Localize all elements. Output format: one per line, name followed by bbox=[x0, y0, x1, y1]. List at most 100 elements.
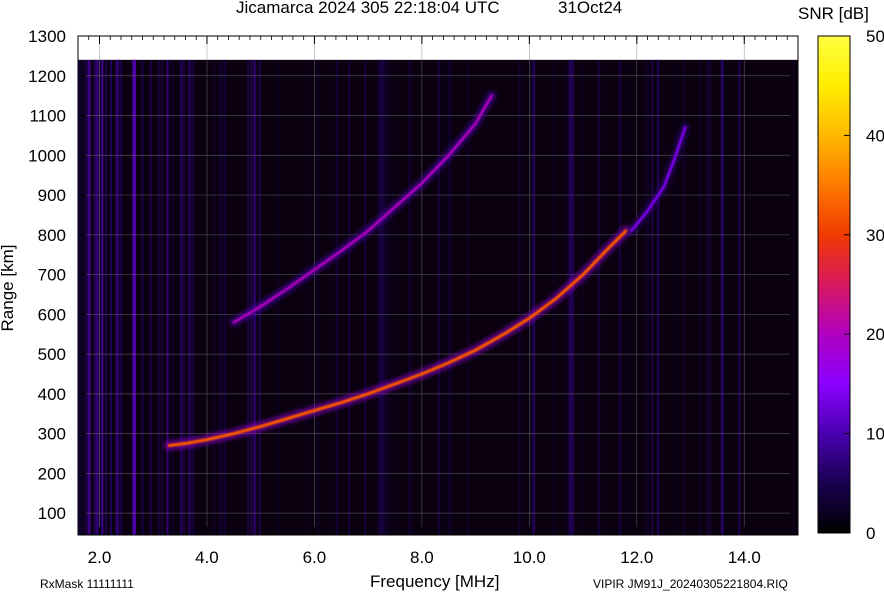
noise-streak bbox=[223, 59, 226, 536]
noise-streak bbox=[258, 59, 261, 536]
noise-streak bbox=[647, 59, 650, 536]
noise-streak bbox=[171, 59, 174, 536]
y-tick-label: 1000 bbox=[28, 146, 66, 165]
x-tick-label: 4.0 bbox=[195, 548, 219, 567]
noise-streak bbox=[364, 59, 366, 536]
noise-streak bbox=[618, 59, 621, 536]
noise-streak bbox=[674, 59, 677, 536]
y-axis-label: Range [km] bbox=[0, 244, 17, 332]
noise-streak bbox=[218, 59, 221, 536]
noise-streak bbox=[390, 59, 393, 536]
noise-streak bbox=[597, 59, 599, 536]
colorbar-tick-label: 10 bbox=[866, 425, 884, 444]
noise-streak bbox=[94, 59, 97, 536]
y-tick-label: 1200 bbox=[28, 67, 66, 86]
noise-streak bbox=[348, 59, 351, 536]
noise-streak bbox=[162, 59, 164, 536]
noise-streak bbox=[188, 59, 190, 536]
noise-streak bbox=[655, 59, 659, 536]
noise-streak bbox=[709, 59, 711, 536]
chart-title: Jicamarca 2024 305 22:18:04 UTC bbox=[236, 0, 500, 17]
noise-streak bbox=[120, 59, 123, 536]
y-tick-label: 300 bbox=[38, 425, 66, 444]
noise-streak bbox=[380, 59, 383, 536]
noise-streak bbox=[793, 59, 796, 536]
noise-streak bbox=[191, 59, 194, 536]
chart-date: 31Oct24 bbox=[558, 0, 623, 17]
y-tick-label: 600 bbox=[38, 305, 66, 324]
noise-streak bbox=[189, 59, 192, 536]
noise-streak bbox=[518, 59, 521, 536]
noise-streak bbox=[133, 59, 136, 536]
ionogram-chart: 2.0 4.0 6.0 8.0 10.0 12.0 14.0 100200300400500… bbox=[28, 27, 884, 567]
noise-streak bbox=[317, 59, 319, 536]
noise-streak bbox=[168, 59, 171, 536]
noise-streak bbox=[581, 59, 584, 536]
noise-streak bbox=[568, 59, 572, 536]
noise-streak bbox=[115, 59, 118, 536]
noise-streak bbox=[247, 59, 249, 536]
noise-streak bbox=[738, 59, 741, 536]
noise-streak bbox=[104, 59, 108, 536]
noise-streak bbox=[109, 59, 112, 536]
colorbar-tick-label: 30 bbox=[866, 226, 884, 245]
noise-streak bbox=[532, 59, 536, 536]
x-tick-label: 12.0 bbox=[620, 548, 653, 567]
noise-streak bbox=[86, 59, 90, 536]
noise-streak bbox=[413, 59, 415, 536]
noise-streak bbox=[449, 59, 452, 536]
noise-streak bbox=[530, 59, 532, 536]
noise-streak bbox=[220, 59, 223, 536]
noise-streak bbox=[651, 59, 653, 536]
noise-streak bbox=[335, 59, 338, 536]
y-tick-label: 200 bbox=[38, 464, 66, 483]
x-tick-label: 2.0 bbox=[88, 548, 112, 567]
y-tick-label: 400 bbox=[38, 385, 66, 404]
filename-label: VIPIR JM91J_20240305221804.RIQ bbox=[593, 577, 788, 591]
noise-streak bbox=[165, 59, 168, 536]
noise-streak bbox=[79, 59, 82, 536]
noise-streak bbox=[444, 59, 447, 536]
colorbar-tick-label: 40 bbox=[866, 126, 884, 145]
noise-streak bbox=[100, 59, 102, 536]
y-tick-label: 1300 bbox=[28, 27, 66, 46]
noise-streak bbox=[385, 59, 388, 536]
noise-streak bbox=[212, 59, 215, 536]
y-tick-label: 900 bbox=[38, 186, 66, 205]
y-tick-label: 800 bbox=[38, 226, 66, 245]
colorbar-gradient bbox=[817, 35, 851, 534]
x-tick-label: 10.0 bbox=[513, 548, 546, 567]
colorbar-tick-label: 20 bbox=[866, 325, 884, 344]
y-tick-label: 500 bbox=[38, 345, 66, 364]
colorbar-label: SNR [dB] bbox=[798, 4, 869, 23]
noise-streak bbox=[250, 59, 252, 536]
noise-streak bbox=[408, 59, 411, 536]
y-tick-label: 700 bbox=[38, 266, 66, 285]
noise-streak bbox=[102, 59, 104, 536]
rxmask-label: RxMask 11111111 bbox=[40, 577, 134, 591]
noise-streak bbox=[130, 59, 133, 536]
noise-streak bbox=[567, 59, 569, 536]
x-axis-label: Frequency [MHz] bbox=[370, 572, 500, 591]
noise-streak bbox=[707, 59, 709, 536]
x-tick-label: 8.0 bbox=[410, 548, 434, 567]
noise-streak bbox=[149, 59, 152, 536]
noise-streak bbox=[82, 59, 84, 536]
noise-streak bbox=[722, 59, 724, 536]
colorbar-tick-label: 0 bbox=[866, 524, 875, 543]
noise-streak bbox=[306, 59, 309, 536]
noise-streak bbox=[179, 59, 182, 536]
noise-streak bbox=[644, 59, 647, 536]
noise-streak bbox=[84, 59, 87, 536]
noise-streak bbox=[377, 59, 381, 536]
noise-streak bbox=[382, 59, 385, 536]
x-tick-label: 14.0 bbox=[728, 548, 761, 567]
y-tick-label: 100 bbox=[38, 504, 66, 523]
noise-streak bbox=[254, 59, 257, 536]
noise-streak bbox=[194, 59, 196, 536]
noise-streak bbox=[184, 59, 186, 536]
x-tick-label: 6.0 bbox=[303, 548, 327, 567]
noise-streak bbox=[437, 59, 440, 536]
y-tick-label: 1100 bbox=[29, 107, 66, 126]
noise-streak bbox=[573, 59, 575, 536]
